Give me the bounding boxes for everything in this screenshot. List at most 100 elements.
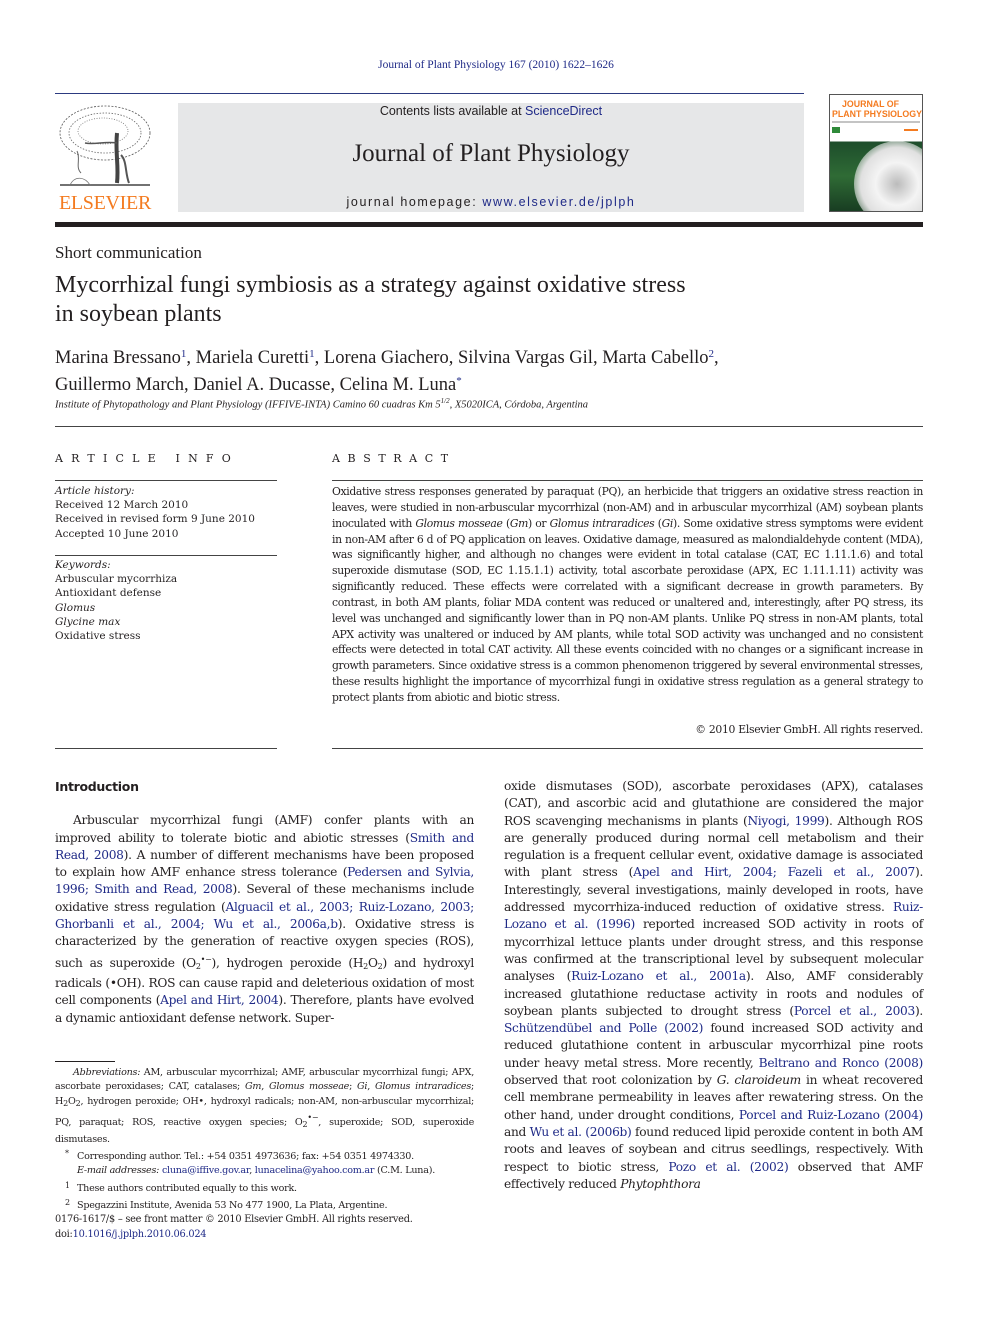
citation-link[interactable]: Apel and Hirt, 2004 bbox=[160, 993, 279, 1007]
text-segment: observed that root colonization by bbox=[504, 1073, 717, 1088]
journal-banner: Contents lists available at ScienceDirec… bbox=[178, 103, 804, 212]
contents-prefix: Contents lists available at bbox=[379, 104, 526, 118]
text-segment: , bbox=[261, 1081, 269, 1093]
citation-link[interactable]: Ruiz-Lozano et al., 2001a bbox=[571, 969, 746, 983]
author-name: Daniel A. Ducasse bbox=[193, 375, 331, 395]
journal-citation-link[interactable]: Journal of Plant Physiology 167 (2010) 1… bbox=[378, 59, 614, 71]
keywords: Keywords: Arbuscular mycorrhiza Antioxida… bbox=[55, 558, 277, 643]
sciencedirect-link[interactable]: ScienceDirect bbox=[525, 104, 602, 118]
italic-term: Glomus intraradices bbox=[374, 1081, 471, 1093]
text-segment: ), hydrogen peroxide (H bbox=[211, 955, 364, 970]
body-paragraph: Arbuscular mycorrhizal fungi (AMF) confe… bbox=[55, 812, 474, 1027]
cover-badge bbox=[832, 127, 840, 133]
email-footnote: E-mail addresses: cluna@iffive.gov.ar, l… bbox=[77, 1165, 435, 1177]
article-info-rule-top bbox=[55, 480, 277, 481]
article-info-rule-mid bbox=[55, 555, 277, 556]
affiliation-sup: 1/2 bbox=[440, 397, 450, 405]
italic-term: G. claroideum bbox=[716, 1073, 801, 1088]
history-revised: Received in revised form 9 June 2010 bbox=[55, 513, 255, 526]
abstract-segment: ) or bbox=[528, 516, 550, 530]
citation-link[interactable]: Pozo et al. (2002) bbox=[668, 1160, 788, 1174]
history-accepted: Accepted 10 June 2010 bbox=[55, 527, 179, 540]
issn-line: 0176-1617/$ – see front matter © 2010 El… bbox=[55, 1214, 413, 1225]
homepage-link[interactable]: www.elsevier.de/jplph bbox=[482, 195, 635, 209]
affiliation-text: Institute of Phytopathology and Plant Ph… bbox=[55, 399, 441, 411]
header-thick-rule bbox=[55, 222, 923, 227]
keyword: Glomus bbox=[55, 601, 96, 614]
email-link-1[interactable]: cluna@iffive.gov.ar bbox=[162, 1165, 250, 1176]
article-title: Mycorrhizal fungi symbiosis as a strateg… bbox=[55, 271, 815, 329]
citation-link[interactable]: Wu et al. (2006b) bbox=[530, 1125, 632, 1139]
text-segment: O bbox=[367, 955, 378, 970]
abstract-segment: ( bbox=[502, 516, 510, 530]
history-received: Received 12 March 2010 bbox=[55, 499, 189, 512]
italic-term: Gm bbox=[244, 1081, 262, 1093]
email-link-2[interactable]: lunacelina@yahoo.com.ar bbox=[255, 1165, 375, 1176]
doi-line: doi:10.1016/j.jplph.2010.06.024 bbox=[55, 1227, 474, 1242]
affiliation: Institute of Phytopathology and Plant Ph… bbox=[55, 397, 588, 411]
author-footnote-link[interactable]: 2 bbox=[709, 348, 715, 360]
text-segment: ). bbox=[914, 1003, 923, 1018]
title-line-2: in soybean plants bbox=[55, 301, 222, 327]
homepage-line: journal homepage: www.elsevier.de/jplph bbox=[178, 195, 804, 209]
body-paragraph: oxide dismutases (SOD), ascorbate peroxi… bbox=[504, 778, 923, 1193]
cover-title-line2: PLANT PHYSIOLOGY bbox=[832, 109, 922, 119]
doi-link[interactable]: 10.1016/j.jplph.2010.06.024 bbox=[73, 1229, 207, 1240]
introduction-heading: Introduction bbox=[55, 779, 139, 794]
species-abbr: Gm bbox=[509, 516, 529, 530]
citation-link[interactable]: Apel and Hirt, 2004; Fazeli et al., 2007 bbox=[633, 865, 915, 879]
elsevier-wordmark: ELSEVIER bbox=[58, 192, 152, 214]
journal-cover-image[interactable]: JOURNAL OF PLANT PHYSIOLOGY bbox=[829, 94, 923, 212]
text-segment: ; bbox=[349, 1081, 358, 1093]
contents-line: Contents lists available at ScienceDirec… bbox=[178, 104, 804, 118]
corresponding-author-link[interactable]: * bbox=[456, 375, 462, 387]
author-name: Marina Bressano bbox=[55, 348, 181, 368]
author-footnote-link[interactable]: 1 bbox=[309, 348, 315, 360]
citation-link[interactable]: Niyogi, 1999 bbox=[747, 814, 824, 828]
species-name: Glomus intraradices bbox=[549, 516, 655, 530]
footnote-mark: 1 bbox=[65, 1180, 70, 1190]
author-name: Marta Cabello bbox=[602, 348, 709, 368]
text-segment: O bbox=[67, 1095, 76, 1107]
homepage-prefix: journal homepage: bbox=[346, 195, 483, 209]
header-top-rule bbox=[55, 93, 804, 94]
section-rule bbox=[55, 426, 923, 427]
email-suffix: (C.M. Luna). bbox=[374, 1165, 435, 1177]
italic-term: Gi bbox=[357, 1081, 368, 1093]
author-name: Celina M. Luna bbox=[339, 375, 457, 395]
corresponding-author-footnote: * Corresponding author. Tel.: +54 0351 49… bbox=[55, 1147, 474, 1164]
footnote-rule bbox=[55, 1061, 115, 1062]
author-name: Silvina Vargas Gil bbox=[457, 348, 593, 368]
italic-term: Abbreviations: bbox=[73, 1067, 141, 1078]
body-column-left: Introduction Arbuscular mycorrhizal fung… bbox=[55, 778, 474, 1027]
footnotes: Abbreviations: AM, arbuscular mycorrhiza… bbox=[55, 1066, 474, 1214]
article-history: Article history: Received 12 March 2010 … bbox=[55, 484, 277, 541]
citation-link[interactable]: Porcel and Ruiz-Lozano (2004) bbox=[739, 1108, 923, 1122]
cover-title-line1: JOURNAL OF bbox=[842, 99, 900, 109]
article-info-heading: ARTICLE INFO bbox=[55, 452, 239, 465]
italic-term: Glomus mosseae bbox=[268, 1081, 350, 1093]
running-head[interactable]: Journal of Plant Physiology 167 (2010) 1… bbox=[0, 59, 992, 71]
keyword: Antioxidant defense bbox=[55, 587, 162, 600]
citation-link[interactable]: Beltrano and Ronco (2008) bbox=[759, 1056, 924, 1070]
superscript: •− bbox=[200, 954, 212, 964]
citation-link[interactable]: Schützendübel and Polle (2002) bbox=[504, 1021, 703, 1035]
dandelion-image bbox=[854, 141, 922, 211]
keyword: Arbuscular mycorrhiza bbox=[55, 573, 178, 586]
front-matter: 0176-1617/$ – see front matter © 2010 El… bbox=[55, 1212, 474, 1242]
keywords-label: Keywords: bbox=[55, 559, 111, 571]
citation-link[interactable]: Porcel et al., 2003 bbox=[794, 1004, 915, 1018]
author-footnote-link[interactable]: 1 bbox=[181, 348, 187, 360]
keyword-list: Arbuscular mycorrhiza Antioxidant defense… bbox=[55, 572, 277, 643]
footnote-text: Spegazzini Institute, Avenida 53 No 477 … bbox=[77, 1200, 388, 1212]
footnote-mark: 2 bbox=[65, 1198, 70, 1208]
journal-name: Journal of Plant Physiology bbox=[352, 140, 630, 167]
text-segment: and bbox=[504, 1124, 530, 1139]
elsevier-logo[interactable]: ELSEVIER bbox=[55, 103, 155, 215]
author-name: Mariela Curetti bbox=[195, 348, 310, 368]
email-label: E-mail addresses: bbox=[77, 1165, 160, 1177]
history-label: Article history: bbox=[55, 485, 135, 497]
tree-icon bbox=[59, 105, 151, 186]
keyword: Glycine max bbox=[55, 615, 121, 628]
keyword: Oxidative stress bbox=[55, 630, 141, 643]
